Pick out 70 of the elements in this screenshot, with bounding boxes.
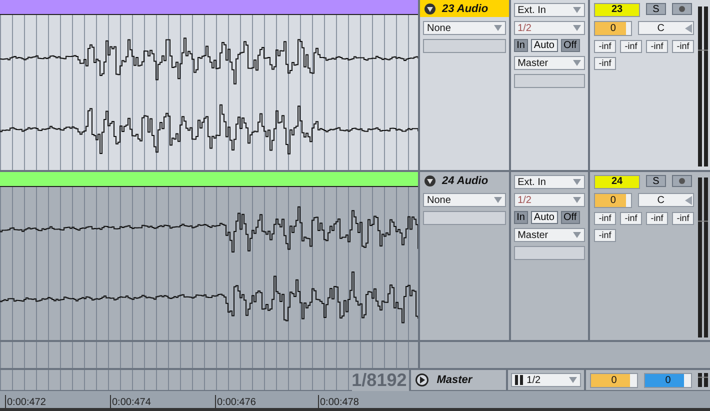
arm-button[interactable] (672, 175, 692, 187)
caret-icon (573, 232, 581, 238)
level-readout: -inf (672, 40, 694, 53)
device-dropdown[interactable]: None (423, 193, 506, 207)
caret-icon (494, 197, 502, 203)
clip-bar[interactable] (0, 172, 418, 187)
caret-icon (568, 377, 577, 383)
peak-readout: -inf (594, 57, 616, 70)
empty-slot[interactable] (423, 39, 506, 53)
level-readout: -inf (646, 212, 668, 225)
device-dropdown[interactable]: None (423, 21, 506, 35)
input-channel-dropdown[interactable]: 1/2 (514, 21, 585, 35)
level-readout: -inf (594, 40, 616, 53)
level-readout: -inf (620, 40, 642, 53)
level-readout: -inf (594, 212, 616, 225)
input-type-dropdown[interactable]: Ext. In (514, 3, 585, 17)
time-label: 0:00:478 (318, 395, 359, 408)
fold-icon (424, 2, 436, 14)
track-name: 24 Audio (442, 174, 488, 186)
input-channel-dropdown[interactable]: 1/2 (514, 193, 585, 207)
monitor-button[interactable]: Off (560, 39, 580, 52)
cue-slider[interactable]: 0 (644, 372, 692, 388)
solo-button[interactable]: S (646, 3, 666, 15)
input-type-dropdown[interactable]: Ext. In (514, 175, 585, 189)
level-readout: -inf (620, 212, 642, 225)
clip-bar[interactable] (0, 0, 418, 15)
output-dropdown[interactable]: Master (514, 56, 585, 70)
solo-button[interactable]: S (646, 175, 666, 187)
empty-slot[interactable] (423, 211, 506, 225)
output-channel-dropdown[interactable]: 1/2 (510, 373, 581, 387)
caret-icon (573, 25, 581, 31)
track-name: 23 Audio (442, 2, 488, 14)
play-icon (414, 373, 429, 387)
caret-icon (573, 197, 581, 203)
monitor-button[interactable]: In (514, 211, 528, 224)
caret-icon (494, 25, 502, 31)
volume-slider[interactable]: 0 (594, 193, 632, 208)
time-label: 0:00:474 (110, 395, 151, 408)
track-header[interactable]: 24 Audio (420, 172, 509, 189)
monitor-button[interactable]: In (514, 39, 528, 52)
pan-control[interactable]: C (638, 21, 694, 35)
level-readout: -inf (646, 40, 668, 53)
monitor-button[interactable]: Auto (530, 39, 558, 52)
time-label: 0:00:476 (215, 395, 256, 408)
caret-icon (573, 60, 581, 66)
track-header[interactable]: 23 Audio (420, 0, 509, 17)
pan-marker-icon (685, 196, 692, 204)
track-activator[interactable]: 23 (594, 3, 640, 17)
caret-icon (573, 7, 581, 13)
track-activator[interactable]: 24 (594, 175, 640, 189)
stereo-icon (514, 375, 523, 385)
track-name: Master (436, 374, 472, 386)
caret-icon (573, 179, 581, 185)
fold-icon (424, 174, 436, 186)
output-dropdown[interactable]: Master (514, 228, 585, 242)
pan-control[interactable]: C (638, 193, 694, 207)
level-readout: -inf (672, 212, 694, 225)
arm-button[interactable] (672, 3, 692, 15)
position-counter: 1/8192 (352, 370, 409, 390)
time-label: 0:00:472 (5, 395, 46, 408)
monitor-button[interactable]: Off (560, 211, 580, 224)
empty-slot[interactable] (514, 246, 585, 260)
volume-slider[interactable]: 0 (594, 21, 632, 36)
empty-slot[interactable] (514, 74, 585, 88)
monitor-button[interactable]: Auto (530, 211, 558, 224)
peak-readout: -inf (594, 229, 616, 242)
level-meter-icon (698, 175, 708, 340)
pan-marker-icon (685, 24, 692, 32)
level-meter-icon (698, 373, 708, 387)
volume-slider[interactable]: 0 (590, 372, 638, 388)
